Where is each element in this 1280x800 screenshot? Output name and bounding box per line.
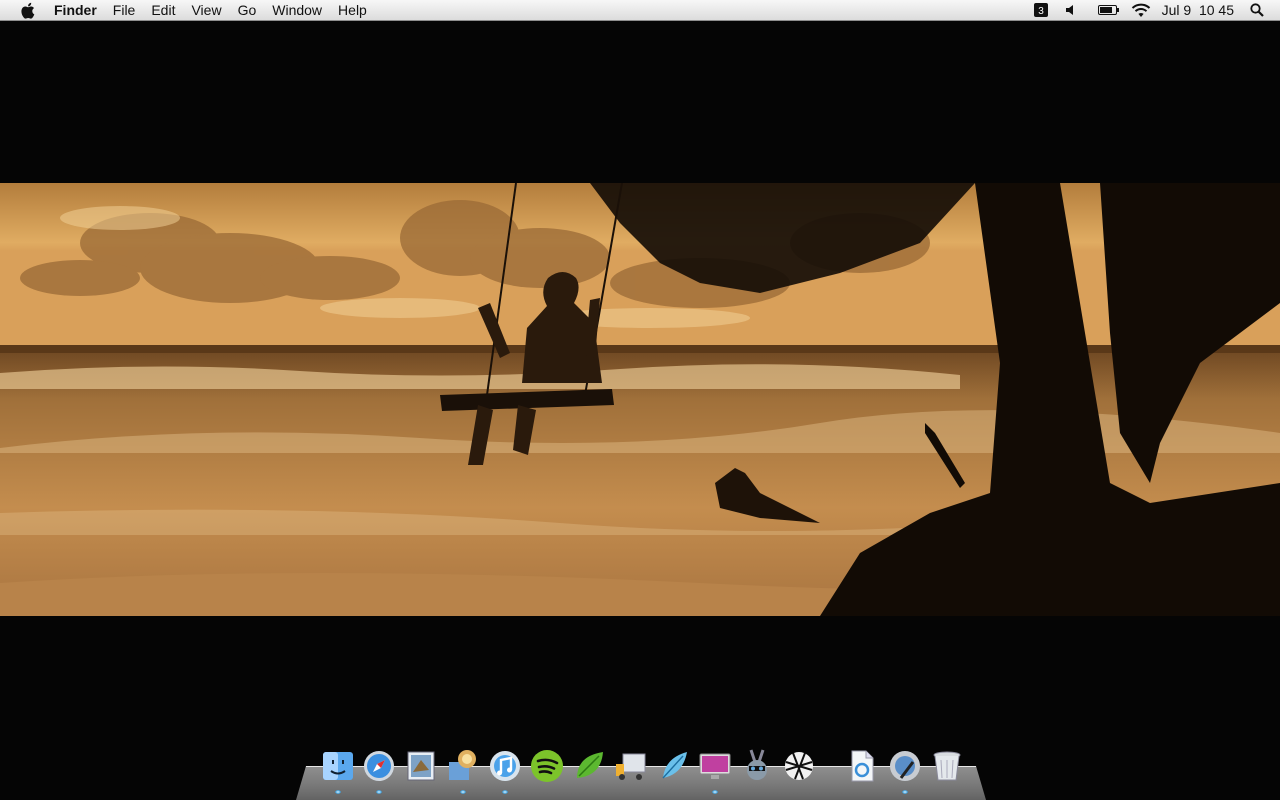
coda-leaf-icon[interactable] <box>570 746 608 786</box>
menu-bar: Finder File Edit View Go Window Help 3 J… <box>0 0 1280 21</box>
input-source-icon[interactable]: 3 <box>1032 0 1050 21</box>
menu-window[interactable]: Window <box>264 0 330 21</box>
transmit-truck-icon[interactable] <box>612 746 650 786</box>
menu-view[interactable]: View <box>183 0 229 21</box>
clock[interactable]: Jul 9 10 45 <box>1154 2 1240 18</box>
imac-display-icon[interactable] <box>696 746 734 794</box>
menu-help[interactable]: Help <box>330 0 375 21</box>
battery-icon[interactable] <box>1097 0 1120 21</box>
feather-icon[interactable] <box>654 746 692 786</box>
running-indicator <box>376 790 382 794</box>
running-indicator <box>502 790 508 794</box>
bug-ball-icon[interactable] <box>780 746 818 786</box>
disk-utility-icon[interactable] <box>886 746 924 794</box>
dock <box>296 744 986 800</box>
app-store-icon[interactable] <box>444 746 482 794</box>
running-indicator <box>460 790 466 794</box>
finder-icon[interactable] <box>319 746 357 794</box>
spotify-icon[interactable] <box>528 746 566 786</box>
running-indicator <box>335 790 341 794</box>
trash-icon[interactable] <box>928 746 966 786</box>
apple-menu-icon[interactable] <box>18 1 36 19</box>
text-file-icon[interactable] <box>843 746 881 786</box>
menu-finder[interactable]: Finder <box>45 0 105 21</box>
mail-icon[interactable] <box>402 746 440 786</box>
wifi-icon[interactable] <box>1130 0 1152 21</box>
volume-icon[interactable] <box>1064 0 1078 21</box>
svg-text:3: 3 <box>1038 6 1044 17</box>
spotlight-search-icon[interactable] <box>1246 0 1268 21</box>
cyberduck-rabbit-icon[interactable] <box>738 746 776 786</box>
desktop-wallpaper <box>0 183 1280 616</box>
safari-icon[interactable] <box>360 746 398 794</box>
itunes-icon[interactable] <box>486 746 524 794</box>
menu-file[interactable]: File <box>105 0 144 21</box>
running-indicator <box>712 790 718 794</box>
menu-edit[interactable]: Edit <box>143 0 183 21</box>
menu-go[interactable]: Go <box>230 0 265 21</box>
running-indicator <box>902 790 908 794</box>
